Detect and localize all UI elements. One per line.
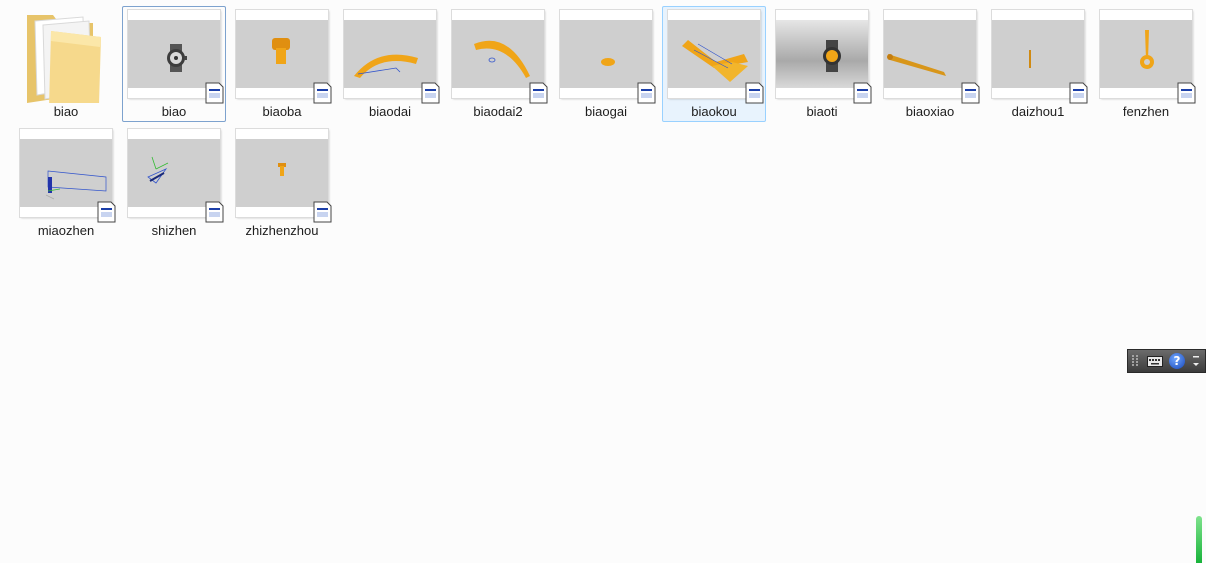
item-label: biao [161,104,187,119]
part-document-icon [421,82,440,104]
part-document-icon [1177,82,1196,104]
thumbnail [128,129,224,223]
file-item-biaoba[interactable]: biaoba [230,6,334,122]
file-item-daizhou1[interactable]: daizhou1 [986,6,1090,122]
file-item-zhizhenzhou[interactable]: zhizhenzhou [230,125,334,241]
file-item-biaodai[interactable]: biaodai [338,6,442,122]
item-label: biaoba [262,104,302,119]
item-label: miaozhen [37,223,95,238]
grip-icon[interactable] [1131,354,1139,368]
thumbnail [236,129,332,223]
item-label: fenzhen [1122,104,1170,119]
part-document-icon [313,82,332,104]
file-item-biaodai2[interactable]: biaodai2 [446,6,550,122]
file-item-shizhen[interactable]: shizhen [122,125,226,241]
part-document-icon [205,201,224,223]
item-label: daizhou1 [1011,104,1065,119]
file-item-biao[interactable]: biao [122,6,226,122]
keyboard-icon[interactable] [1147,356,1163,367]
part-document-icon [961,82,980,104]
edge-indicator [1196,516,1202,563]
part-document-icon [205,82,224,104]
language-bar[interactable]: ? [1127,349,1206,373]
folder-item-biao[interactable]: biao [14,6,118,122]
file-item-biaokou[interactable]: biaokou [662,6,766,122]
part-document-icon [853,82,872,104]
item-label: biaodai2 [473,104,523,119]
item-label: biaokou [691,104,737,119]
part-document-icon [97,201,116,223]
thumbnail [884,10,980,104]
thumbnail [20,129,116,223]
part-document-icon [529,82,548,104]
thumbnail [668,10,764,104]
item-label: shizhen [151,223,197,238]
thumbnail [128,10,224,104]
thumbnail [1100,10,1196,104]
item-label: biaogai [585,104,627,119]
thumbnail [452,10,548,104]
item-label: biaodai [369,104,411,119]
file-item-miaozhen[interactable]: miaozhen [14,125,118,241]
item-label: biaoxiao [905,104,955,119]
item-label: biao [53,104,79,119]
help-icon[interactable]: ? [1169,353,1185,369]
file-item-biaoti[interactable]: biaoti [770,6,874,122]
item-label: biaoti [806,104,838,119]
part-document-icon [745,82,764,104]
part-document-icon [637,82,656,104]
thumbnail [992,10,1088,104]
options-icon[interactable] [1191,353,1201,369]
folder-icon [27,15,101,103]
thumbnail [560,10,656,104]
part-document-icon [313,201,332,223]
thumbnail [776,10,872,104]
thumbnail [344,10,440,104]
file-item-biaoxiao[interactable]: biaoxiao [878,6,982,122]
item-label: zhizhenzhou [245,223,319,238]
file-item-biaogai[interactable]: biaogai [554,6,658,122]
thumbnail [236,10,332,104]
file-view: biao biao biaoba biaodai biaodai2 biaoga… [0,0,1206,563]
file-item-fenzhen[interactable]: fenzhen [1094,6,1198,122]
part-document-icon [1069,82,1088,104]
